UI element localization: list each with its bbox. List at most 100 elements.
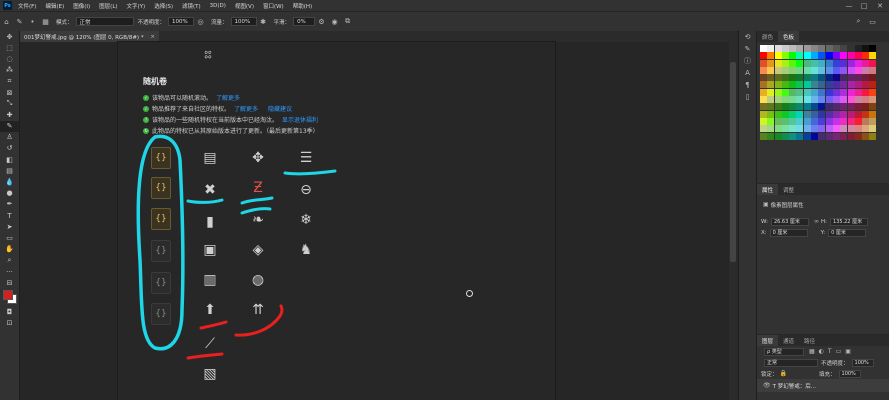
color-swatch[interactable] <box>803 117 811 125</box>
color-swatch[interactable] <box>832 132 840 140</box>
color-swatch[interactable] <box>869 110 877 118</box>
color-swatch[interactable] <box>825 103 833 111</box>
color-swatch[interactable] <box>862 88 870 96</box>
color-swatch[interactable] <box>854 74 862 82</box>
color-swatch[interactable] <box>825 45 833 52</box>
color-swatch[interactable] <box>847 125 855 133</box>
color-swatch[interactable] <box>840 74 848 82</box>
color-swatch[interactable] <box>774 88 782 96</box>
color-swatch[interactable] <box>832 74 840 82</box>
color-swatch[interactable] <box>818 110 826 118</box>
color-swatch[interactable] <box>774 132 782 140</box>
color-swatch[interactable] <box>811 117 819 125</box>
tab-channels[interactable]: 通道 <box>778 335 799 346</box>
color-swatch[interactable] <box>781 52 789 60</box>
color-swatch[interactable] <box>818 88 826 96</box>
glyph-icon[interactable]: ▯ <box>739 91 756 103</box>
color-swatch[interactable] <box>781 117 789 125</box>
color-swatch[interactable] <box>825 125 833 133</box>
color-swatch[interactable] <box>789 125 797 133</box>
color-swatch[interactable] <box>760 74 767 82</box>
color-swatch[interactable] <box>825 117 833 125</box>
color-swatch[interactable] <box>789 66 797 74</box>
filter-pixel-icon[interactable]: ▦ <box>809 348 815 355</box>
color-swatch[interactable] <box>869 117 877 125</box>
color-swatch[interactable] <box>832 52 840 60</box>
color-swatch[interactable] <box>760 52 767 60</box>
color-swatch[interactable] <box>847 110 855 118</box>
color-swatch[interactable] <box>781 81 789 89</box>
color-swatch[interactable] <box>832 103 840 111</box>
color-swatch[interactable] <box>862 125 870 133</box>
color-swatch[interactable] <box>847 74 855 82</box>
history-icon[interactable]: ⟲ <box>739 31 756 43</box>
color-swatch[interactable] <box>854 59 862 67</box>
color-swatch[interactable] <box>862 117 870 125</box>
color-swatch[interactable] <box>869 125 877 133</box>
color-swatch[interactable] <box>818 59 826 67</box>
color-swatch[interactable] <box>847 88 855 96</box>
color-swatch[interactable] <box>774 117 782 125</box>
color-swatch[interactable] <box>760 45 767 52</box>
color-swatch[interactable] <box>774 59 782 67</box>
color-swatch[interactable] <box>862 81 870 89</box>
color-swatch[interactable] <box>818 132 826 140</box>
color-swatch[interactable] <box>811 81 819 89</box>
color-swatch[interactable] <box>818 125 826 133</box>
color-swatch[interactable] <box>796 132 804 140</box>
color-swatch[interactable] <box>781 110 789 118</box>
color-swatch[interactable] <box>781 45 789 52</box>
color-swatch[interactable] <box>825 66 833 74</box>
color-swatch[interactable] <box>818 66 826 74</box>
color-swatch[interactable] <box>847 45 855 52</box>
color-swatch[interactable] <box>767 88 775 96</box>
color-swatch[interactable] <box>869 66 877 74</box>
color-swatch[interactable] <box>767 117 775 125</box>
color-swatch[interactable] <box>781 96 789 104</box>
vertical-scrollbar[interactable] <box>729 42 737 400</box>
color-swatch[interactable] <box>803 66 811 74</box>
layer-opacity-field[interactable]: 100% <box>851 358 874 367</box>
color-swatch[interactable] <box>760 117 767 125</box>
color-swatch[interactable] <box>869 81 877 89</box>
color-swatch[interactable] <box>803 96 811 104</box>
color-swatch[interactable] <box>789 88 797 96</box>
color-swatch[interactable] <box>803 52 811 60</box>
color-swatch[interactable] <box>803 81 811 89</box>
color-swatch[interactable] <box>832 125 840 133</box>
color-swatch[interactable] <box>781 66 789 74</box>
color-swatch[interactable] <box>767 96 775 104</box>
color-swatch[interactable] <box>847 132 855 140</box>
info-icon[interactable]: ⓘ <box>739 55 756 67</box>
color-swatch[interactable] <box>869 103 877 111</box>
color-swatch[interactable] <box>774 96 782 104</box>
color-swatch[interactable] <box>760 88 767 96</box>
color-swatch[interactable] <box>767 81 775 89</box>
color-swatch[interactable] <box>796 110 804 118</box>
color-swatch[interactable] <box>781 59 789 67</box>
color-swatch[interactable] <box>825 96 833 104</box>
color-swatch[interactable] <box>869 132 877 140</box>
color-swatch[interactable] <box>767 103 775 111</box>
color-swatch[interactable] <box>767 125 775 133</box>
color-swatch[interactable] <box>803 88 811 96</box>
color-swatch[interactable] <box>796 125 804 133</box>
color-swatch[interactable] <box>811 66 819 74</box>
color-swatch[interactable] <box>840 88 848 96</box>
color-swatch[interactable] <box>840 66 848 74</box>
color-swatch[interactable] <box>854 45 862 52</box>
color-swatch[interactable] <box>840 96 848 104</box>
color-swatch[interactable] <box>840 45 848 52</box>
color-swatch[interactable] <box>840 110 848 118</box>
color-swatch[interactable] <box>825 59 833 67</box>
color-swatch[interactable] <box>803 125 811 133</box>
color-swatch[interactable] <box>781 132 789 140</box>
color-swatch[interactable] <box>796 117 804 125</box>
color-swatch[interactable] <box>811 132 819 140</box>
color-swatch[interactable] <box>803 110 811 118</box>
color-swatch[interactable] <box>796 88 804 96</box>
color-swatch[interactable] <box>781 74 789 82</box>
color-swatch[interactable] <box>789 132 797 140</box>
color-swatch[interactable] <box>767 59 775 67</box>
layer-item[interactable]: 👁 T 梦幻警戒：后... <box>757 379 889 392</box>
